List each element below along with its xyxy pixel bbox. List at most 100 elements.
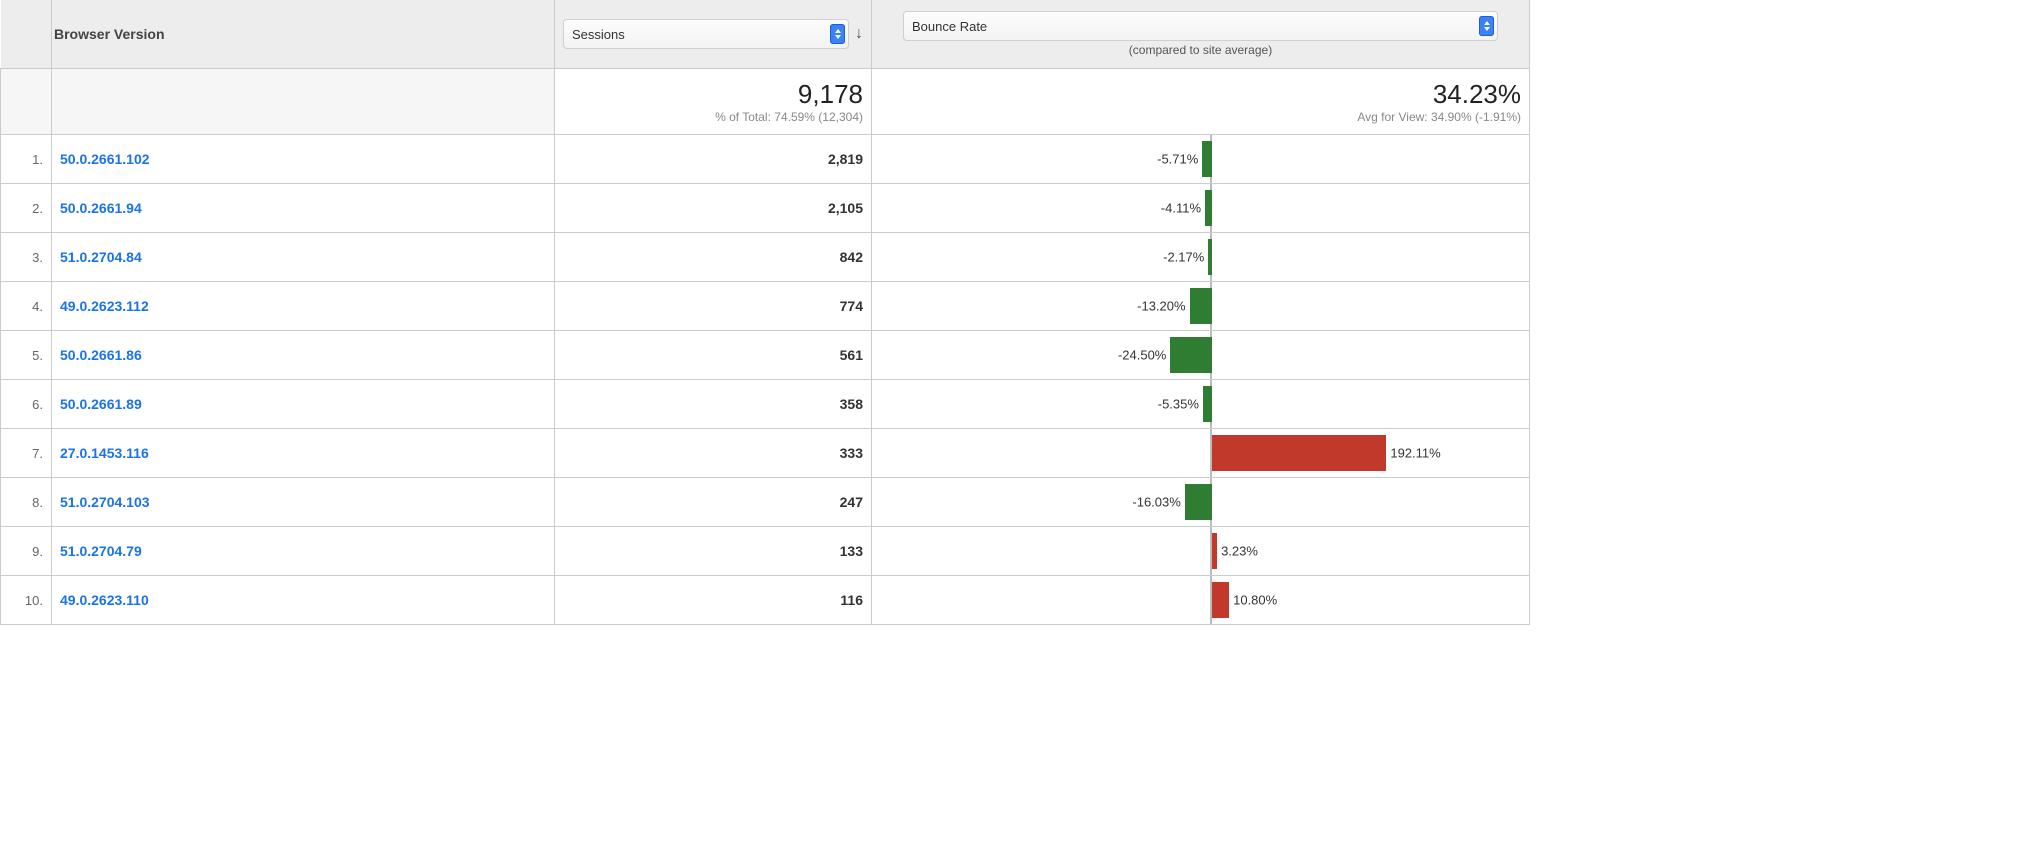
row-sessions: 842 — [555, 233, 872, 282]
row-comparison-right — [1212, 282, 1530, 331]
table-row: 6. 50.0.2661.89 358 -5.35% — [1, 380, 1530, 429]
comparison-bar — [1212, 435, 1386, 471]
comparison-value: 10.80% — [1229, 593, 1277, 608]
row-sessions: 2,105 — [555, 184, 872, 233]
table-row: 9. 51.0.2704.79 133 3.23% — [1, 527, 1530, 576]
table-row: 5. 50.0.2661.86 561 -24.50% — [1, 331, 1530, 380]
row-version: 51.0.2704.103 — [52, 478, 555, 527]
select-stepper-icon — [830, 24, 845, 44]
comparison-value: -5.71% — [1157, 152, 1202, 167]
row-number: 2. — [1, 184, 52, 233]
comparison-value: -4.11% — [1161, 201, 1205, 216]
row-number: 6. — [1, 380, 52, 429]
comparison-bar — [1185, 484, 1212, 520]
browser-version-link[interactable]: 49.0.2623.110 — [60, 592, 149, 608]
row-version: 51.0.2704.79 — [52, 527, 555, 576]
table-row: 7. 27.0.1453.116 333 192.11% — [1, 429, 1530, 478]
row-sessions: 333 — [555, 429, 872, 478]
row-number: 7. — [1, 429, 52, 478]
row-version: 50.0.2661.94 — [52, 184, 555, 233]
totals-sessions-value: 9,178 — [563, 79, 863, 110]
table-row: 2. 50.0.2661.94 2,105 -4.11% — [1, 184, 1530, 233]
row-comparison-right — [1212, 233, 1530, 282]
browser-version-link[interactable]: 50.0.2661.86 — [60, 347, 142, 363]
totals-bounce-value: 34.23% — [880, 79, 1521, 110]
table-row: 3. 51.0.2704.84 842 -2.17% — [1, 233, 1530, 282]
row-comparison-left: -2.17% — [872, 233, 1213, 282]
row-version: 27.0.1453.116 — [52, 429, 555, 478]
table-row: 8. 51.0.2704.103 247 -16.03% — [1, 478, 1530, 527]
row-comparison-left: -13.20% — [872, 282, 1213, 331]
row-number: 5. — [1, 331, 52, 380]
row-comparison-left: -4.11% — [872, 184, 1213, 233]
row-comparison-left — [872, 576, 1213, 625]
header-metric: Sessions ↓ — [555, 0, 872, 69]
row-sessions: 116 — [555, 576, 872, 625]
comparison-select[interactable]: Bounce Rate — [903, 11, 1498, 41]
browser-version-link[interactable]: 51.0.2704.79 — [60, 543, 142, 559]
browser-version-link[interactable]: 49.0.2623.112 — [60, 298, 149, 314]
row-number: 3. — [1, 233, 52, 282]
row-version: 49.0.2623.110 — [52, 576, 555, 625]
report-table: Browser Version Sessions ↓ Bounce Rate (… — [0, 0, 1530, 625]
comparison-bar — [1170, 337, 1212, 373]
row-comparison-left: -5.71% — [872, 135, 1213, 184]
comparison-subheader: (compared to site average) — [873, 41, 1528, 57]
row-comparison-right — [1212, 331, 1530, 380]
row-number: 10. — [1, 576, 52, 625]
row-version: 51.0.2704.84 — [52, 233, 555, 282]
row-comparison-left: -24.50% — [872, 331, 1213, 380]
comparison-value: -24.50% — [1118, 348, 1170, 363]
browser-version-link[interactable]: 51.0.2704.84 — [60, 249, 142, 265]
row-number: 9. — [1, 527, 52, 576]
row-sessions: 561 — [555, 331, 872, 380]
totals-bounce: 34.23% Avg for View: 34.90% (-1.91%) — [872, 69, 1530, 135]
table-row: 4. 49.0.2623.112 774-13.20% — [1, 282, 1530, 331]
row-comparison-left: -5.35% — [872, 380, 1213, 429]
table-row: 1.50.0.2661.1022,819-5.71% — [1, 135, 1530, 184]
totals-sessions-sub: % of Total: 74.59% (12,304) — [563, 110, 863, 124]
browser-version-link[interactable]: 50.0.2661.94 — [60, 200, 142, 216]
browser-version-link[interactable]: 51.0.2704.103 — [60, 494, 150, 510]
row-comparison-right — [1212, 135, 1530, 184]
comparison-bar — [1203, 386, 1212, 422]
totals-blank-num — [1, 69, 52, 135]
row-number: 8. — [1, 478, 52, 527]
comparison-value: -5.35% — [1158, 397, 1203, 412]
row-sessions: 133 — [555, 527, 872, 576]
row-version: 50.0.2661.89 — [52, 380, 555, 429]
comparison-value: 3.23% — [1217, 544, 1258, 559]
browser-version-link[interactable]: 50.0.2661.102 — [60, 151, 150, 167]
select-stepper-icon — [1479, 16, 1494, 36]
browser-version-link[interactable]: 27.0.1453.116 — [60, 445, 149, 461]
comparison-value: -2.17% — [1163, 250, 1208, 265]
row-comparison-right — [1212, 184, 1530, 233]
totals-blank-bv — [52, 69, 555, 135]
sort-descending-icon[interactable]: ↓ — [855, 25, 863, 43]
header-dimension: Browser Version — [52, 0, 555, 69]
row-number: 4. — [1, 282, 52, 331]
row-version: 50.0.2661.102 — [52, 135, 555, 184]
comparison-value: 192.11% — [1386, 446, 1440, 461]
table-row: 10. 49.0.2623.110 116 10.80% — [1, 576, 1530, 625]
totals-sessions: 9,178 % of Total: 74.59% (12,304) — [555, 69, 872, 135]
row-comparison-right: 10.80% — [1212, 576, 1530, 625]
row-sessions: 358 — [555, 380, 872, 429]
row-sessions: 774 — [555, 282, 872, 331]
row-sessions: 247 — [555, 478, 872, 527]
row-comparison-right: 3.23% — [1212, 527, 1530, 576]
comparison-bar — [1212, 582, 1229, 618]
row-sessions: 2,819 — [555, 135, 872, 184]
row-comparison-left — [872, 527, 1213, 576]
metric-select[interactable]: Sessions — [563, 19, 849, 49]
row-version: 49.0.2623.112 — [52, 282, 555, 331]
row-comparison-right — [1212, 380, 1530, 429]
comparison-select-label: Bounce Rate — [912, 19, 987, 34]
comparison-bar — [1190, 288, 1212, 324]
comparison-value: -16.03% — [1132, 495, 1184, 510]
browser-version-link[interactable]: 50.0.2661.89 — [60, 396, 142, 412]
totals-bounce-sub: Avg for View: 34.90% (-1.91%) — [880, 110, 1521, 124]
comparison-bar — [1202, 141, 1212, 177]
row-comparison-left: -16.03% — [872, 478, 1213, 527]
metric-select-label: Sessions — [572, 27, 625, 42]
